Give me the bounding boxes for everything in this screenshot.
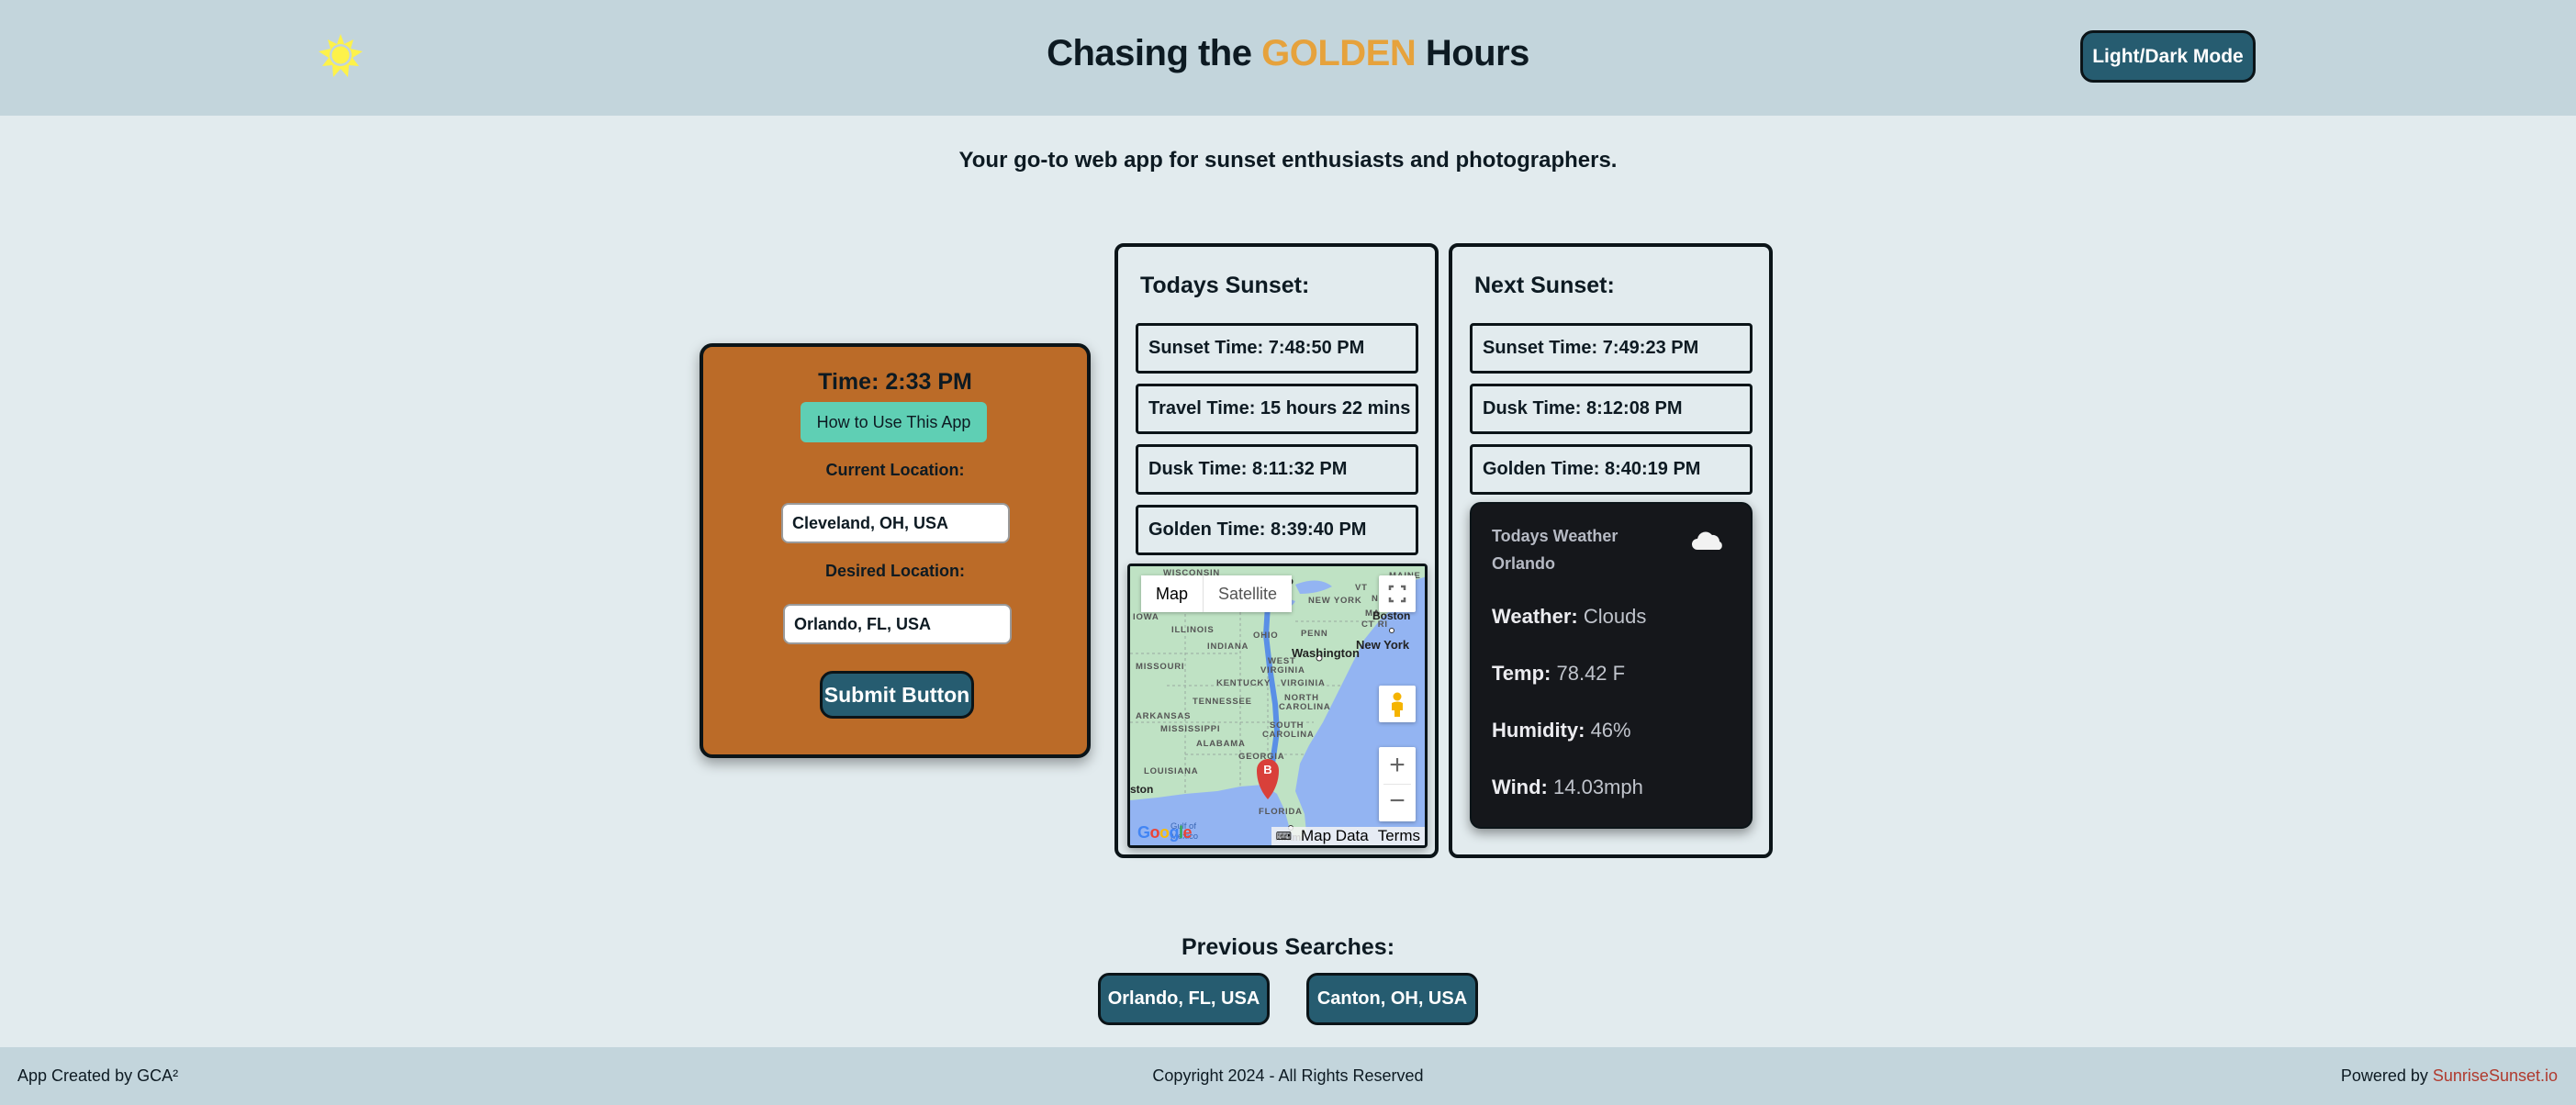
- map-footer: ⌨ Map Data Terms: [1271, 827, 1425, 845]
- today-golden-time: Golden Time: 8:39:40 PM: [1136, 505, 1418, 555]
- street-view-pegman[interactable]: [1379, 686, 1416, 722]
- map-label-newyork: NEW YORK: [1308, 596, 1362, 606]
- map-label-mississippi: MISSISSIPPI: [1160, 724, 1221, 734]
- map-city-houston: ston: [1130, 783, 1154, 796]
- desired-location-label: Desired Location:: [824, 562, 966, 580]
- how-to-use-button[interactable]: How to Use This App: [801, 402, 987, 442]
- route-map[interactable]: onto WISCONSIN IOWA ILLINOIS INDIANA OHI…: [1127, 564, 1428, 848]
- weather-temp: Temp: 78.42 F: [1492, 662, 1625, 686]
- map-type-satellite-button[interactable]: Satellite: [1204, 575, 1292, 612]
- map-label-ohio: OHIO: [1253, 631, 1279, 641]
- map-label-southcarolina-2: CAROLINA: [1262, 730, 1315, 740]
- weather-city: Orlando: [1492, 554, 1556, 573]
- weather-temp-label: Temp:: [1492, 662, 1551, 685]
- map-label-penn: PENN: [1301, 629, 1328, 639]
- map-city-newyork: New York: [1356, 638, 1410, 652]
- weather-humidity: Humidity: 46%: [1492, 719, 1631, 742]
- cloud-icon: [1692, 531, 1722, 550]
- map-terms-link[interactable]: Terms: [1373, 827, 1425, 845]
- map-label-louisiana: LOUISIANA: [1144, 766, 1199, 776]
- map-label-westvirginia-2: VIRGINIA: [1260, 665, 1305, 675]
- weather-humidity-label: Humidity:: [1492, 719, 1585, 742]
- light-dark-mode-button[interactable]: Light/Dark Mode: [2080, 30, 2256, 83]
- weather-card: Todays Weather Orlando Weather: Clouds T…: [1470, 502, 1753, 829]
- pegman-icon: [1392, 692, 1403, 717]
- today-travel-time: Travel Time: 15 hours 22 mins: [1136, 384, 1418, 434]
- next-sunset-title: Next Sunset:: [1474, 273, 1615, 298]
- footer: App Created by GCA² Copyright 2024 - All…: [0, 1047, 2576, 1105]
- title-prefix: Chasing the: [1047, 33, 1262, 73]
- today-sunset-time: Sunset Time: 7:48:50 PM: [1136, 323, 1418, 374]
- fullscreen-icon: [1388, 585, 1406, 603]
- desired-location-input[interactable]: [783, 604, 1012, 644]
- zoom-in-button[interactable]: +: [1379, 747, 1416, 784]
- current-time: Time: 2:33 PM: [818, 369, 972, 395]
- weather-heading: Todays Weather Orlando: [1492, 522, 1618, 577]
- footer-powered-by: Powered by SunriseSunset.io: [2341, 1066, 2558, 1086]
- map-label-tennessee: TENNESSEE: [1193, 697, 1252, 707]
- previous-searches-title: Previous Searches:: [1181, 934, 1395, 960]
- title-highlight: GOLDEN: [1261, 33, 1417, 73]
- map-label-virginia: VIRGINIA: [1281, 678, 1326, 688]
- today-dusk-time: Dusk Time: 8:11:32 PM: [1136, 444, 1418, 495]
- zoom-out-button[interactable]: −: [1379, 785, 1416, 821]
- map-type-control: Map Satellite: [1141, 575, 1293, 612]
- next-golden-time: Golden Time: 8:40:19 PM: [1470, 444, 1753, 495]
- map-label-illinois: ILLINOIS: [1171, 625, 1215, 635]
- location-form-card: Time: 2:33 PM How to Use This App Curren…: [700, 343, 1091, 758]
- weather-condition: Weather: Clouds: [1492, 605, 1646, 629]
- todays-sunset-panel: Todays Sunset: Sunset Time: 7:48:50 PM T…: [1114, 243, 1439, 858]
- weather-wind-value: 14.03mph: [1547, 776, 1643, 798]
- weather-condition-label: Weather:: [1492, 605, 1578, 628]
- map-label-arkansas: ARKANSAS: [1136, 711, 1192, 721]
- previous-search-canton[interactable]: Canton, OH, USA: [1306, 973, 1478, 1025]
- todays-sunset-title: Todays Sunset:: [1140, 273, 1310, 298]
- tagline: Your go-to web app for sunset enthusiast…: [958, 148, 1618, 173]
- weather-wind-label: Wind:: [1492, 776, 1548, 798]
- current-location-label: Current Location:: [825, 461, 965, 479]
- current-location-input[interactable]: [781, 503, 1010, 543]
- map-label-iowa: IOWA: [1133, 612, 1159, 622]
- sunrisesunset-link[interactable]: SunriseSunset.io: [2433, 1066, 2558, 1085]
- footer-copyright: Copyright 2024 - All Rights Reserved: [1152, 1066, 1424, 1085]
- map-label-georgia: GEORGIA: [1238, 752, 1285, 762]
- submit-button[interactable]: Submit Button: [820, 671, 974, 719]
- next-sunset-panel: Next Sunset: Sunset Time: 7:49:23 PM Dus…: [1449, 243, 1773, 858]
- header: Chasing the GOLDEN Hours Light/Dark Mode: [0, 0, 2576, 116]
- map-label-missouri: MISSOURI: [1136, 662, 1185, 672]
- weather-condition-value: Clouds: [1577, 605, 1647, 628]
- keyboard-shortcuts-icon[interactable]: ⌨: [1271, 827, 1296, 845]
- footer-powered-by-label: Powered by: [2340, 1066, 2433, 1085]
- zoom-control: + −: [1379, 747, 1416, 821]
- map-data-link[interactable]: Map Data: [1296, 827, 1373, 845]
- weather-heading-title: Todays Weather: [1492, 527, 1618, 545]
- title-suffix: Hours: [1416, 33, 1530, 73]
- google-logo: Google: [1137, 823, 1193, 842]
- weather-humidity-value: 46%: [1585, 719, 1631, 742]
- map-city-washington: Washington: [1292, 646, 1360, 660]
- next-dusk-time: Dusk Time: 8:12:08 PM: [1470, 384, 1753, 434]
- next-sunset-time: Sunset Time: 7:49:23 PM: [1470, 323, 1753, 374]
- previous-search-orlando[interactable]: Orlando, FL, USA: [1098, 973, 1270, 1025]
- weather-temp-value: 78.42 F: [1551, 662, 1626, 685]
- map-label-indiana: INDIANA: [1207, 642, 1249, 652]
- map-label-kentucky: KENTUCKY: [1216, 678, 1271, 688]
- map-label-alabama: ALABAMA: [1196, 739, 1246, 749]
- map-label-vt: VT: [1355, 583, 1368, 593]
- marker-b-label: B: [1263, 763, 1272, 776]
- map-label-florida: FLORIDA: [1259, 807, 1303, 817]
- map-type-map-button[interactable]: Map: [1141, 575, 1204, 612]
- map-label-northcarolina-2: CAROLINA: [1279, 702, 1331, 712]
- weather-wind: Wind: 14.03mph: [1492, 776, 1643, 799]
- fullscreen-button[interactable]: [1379, 575, 1416, 612]
